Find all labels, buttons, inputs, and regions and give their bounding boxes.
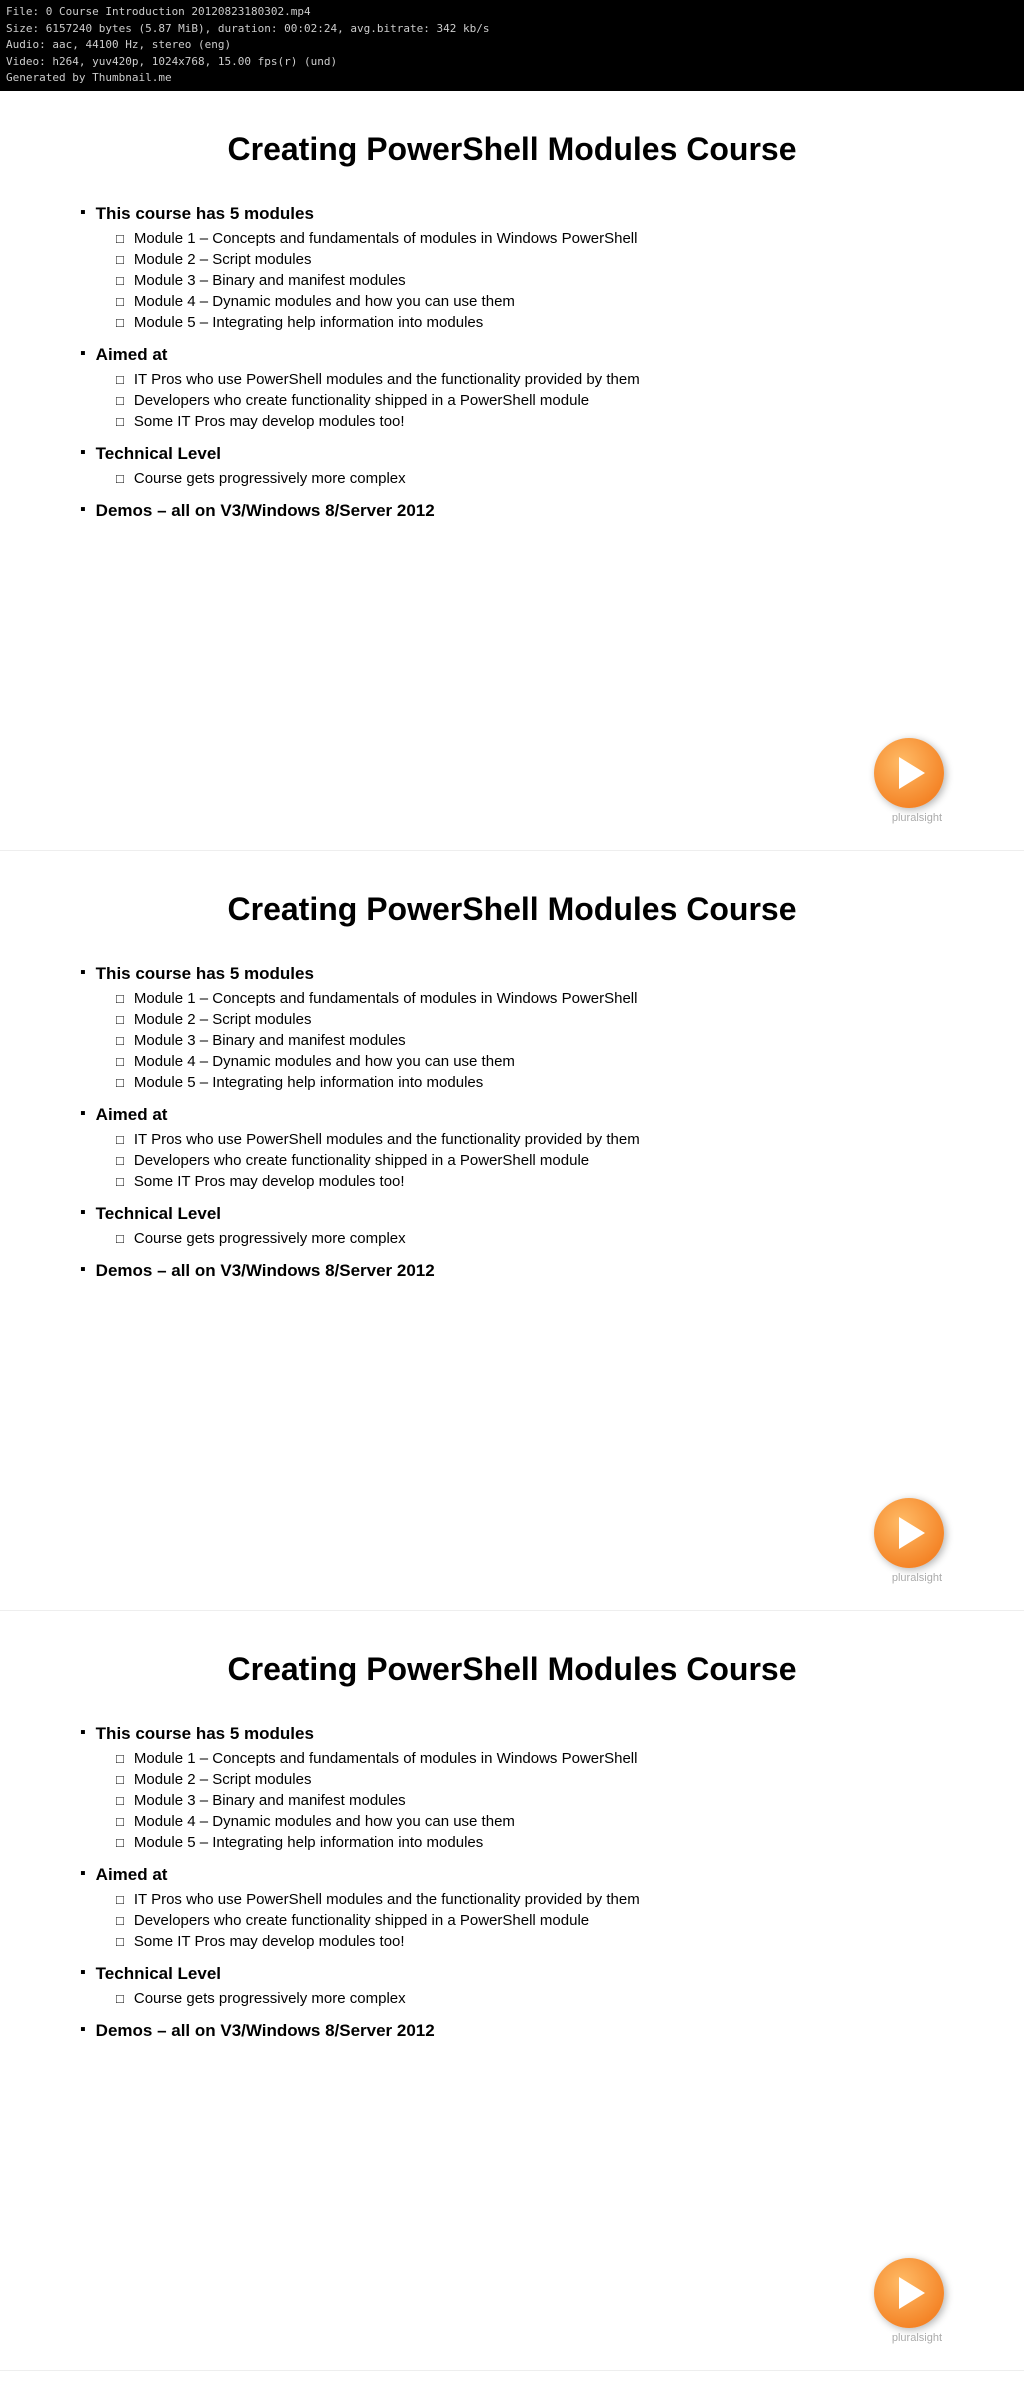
slide-1-section-4: Demos – all on V3/Windows 8/Server 2012 xyxy=(80,501,964,521)
slide-1-content: This course has 5 modules Module 1 – Conc… xyxy=(60,204,964,521)
slide-2-section-2-label: Aimed at xyxy=(80,1105,964,1125)
slide-3-title: Creating PowerShell Modules Course xyxy=(60,1651,964,1688)
slide-3-section-2-item-1: IT Pros who use PowerShell modules and t… xyxy=(116,1891,964,1908)
slide-2-section-2-item-2: Developers who create functionality ship… xyxy=(116,1152,964,1169)
slide-3-section-1-label: This course has 5 modules xyxy=(80,1724,964,1744)
slide-2-section-4-label: Demos – all on V3/Windows 8/Server 2012 xyxy=(80,1261,964,1281)
slide-2-section-1-item-1: Module 1 – Concepts and fundamentals of … xyxy=(116,990,964,1007)
slide-2-section-2: Aimed at IT Pros who use PowerShell modul… xyxy=(80,1105,964,1190)
slide-1-section-2-item-1: IT Pros who use PowerShell modules and t… xyxy=(116,371,964,388)
slide-2-section-1-label: This course has 5 modules xyxy=(80,964,964,984)
slide-2-section-3-item-1: Course gets progressively more complex xyxy=(116,1230,964,1247)
slide-3-section-1-item-4: Module 4 – Dynamic modules and how you c… xyxy=(116,1813,964,1830)
slide-3-section-1-item-3: Module 3 – Binary and manifest modules xyxy=(116,1792,964,1809)
slide-3-section-3-item-1: Course gets progressively more complex xyxy=(116,1990,964,2007)
slide-3-section-3-label: Technical Level xyxy=(80,1964,964,1984)
slide-3-section-4: Demos – all on V3/Windows 8/Server 2012 xyxy=(80,2021,964,2041)
slide-1-section-3-item-1: Course gets progressively more complex xyxy=(116,470,964,487)
slide-2-section-2-item-3: Some IT Pros may develop modules too! xyxy=(116,1173,964,1190)
slide-1-section-1-item-1: Module 1 – Concepts and fundamentals of … xyxy=(116,230,964,247)
slide-3-section-2: Aimed at IT Pros who use PowerShell modul… xyxy=(80,1865,964,1950)
slide-2-section-1-item-2: Module 2 – Script modules xyxy=(116,1011,964,1028)
slide-1-section-2-item-3: Some IT Pros may develop modules too! xyxy=(116,413,964,430)
slide-1-section-2-item-2: Developers who create functionality ship… xyxy=(116,392,964,409)
slide-1-section-1-item-5: Module 5 – Integrating help information … xyxy=(116,314,964,331)
slide-3-play-icon xyxy=(899,2277,925,2309)
slide-2-section-3-label: Technical Level xyxy=(80,1204,964,1224)
slide-2-section-1-item-4: Module 4 – Dynamic modules and how you c… xyxy=(116,1053,964,1070)
slide-2-pluralsight-logo: pluralsight xyxy=(892,1572,942,1584)
slide-3-play-button[interactable] xyxy=(874,2258,944,2328)
slide-1-play-icon xyxy=(899,757,925,789)
topbar-line3: Audio: aac, 44100 Hz, stereo (eng) xyxy=(6,37,1018,54)
slide-1-title: Creating PowerShell Modules Course xyxy=(60,131,964,168)
slide-3-section-2-label: Aimed at xyxy=(80,1865,964,1885)
slide-2-section-1: This course has 5 modules Module 1 – Conc… xyxy=(80,964,964,1091)
slide-1-section-3-label: Technical Level xyxy=(80,444,964,464)
slide-2-section-3: Technical Level Course gets progressively… xyxy=(80,1204,964,1247)
slide-2-play-icon xyxy=(899,1517,925,1549)
slide-1-section-4-label: Demos – all on V3/Windows 8/Server 2012 xyxy=(80,501,964,521)
topbar-line5: Generated by Thumbnail.me xyxy=(6,70,1018,87)
slide-2: Creating PowerShell Modules Course This c… xyxy=(0,851,1024,1611)
slide-2-section-4: Demos – all on V3/Windows 8/Server 2012 xyxy=(80,1261,964,1281)
slide-3-section-1-item-2: Module 2 – Script modules xyxy=(116,1771,964,1788)
slide-1-section-2-label: Aimed at xyxy=(80,345,964,365)
slide-3-section-2-item-2: Developers who create functionality ship… xyxy=(116,1912,964,1929)
slide-1-section-1-item-3: Module 3 – Binary and manifest modules xyxy=(116,272,964,289)
slides-container: Creating PowerShell Modules Course This c… xyxy=(0,91,1024,2371)
slide-2-content: This course has 5 modules Module 1 – Conc… xyxy=(60,964,964,1281)
slide-1-section-2: Aimed at IT Pros who use PowerShell modul… xyxy=(80,345,964,430)
slide-2-section-1-item-3: Module 3 – Binary and manifest modules xyxy=(116,1032,964,1049)
slide-3-section-1: This course has 5 modules Module 1 – Conc… xyxy=(80,1724,964,1851)
slide-3: Creating PowerShell Modules Course This c… xyxy=(0,1611,1024,2371)
slide-2-section-2-item-1: IT Pros who use PowerShell modules and t… xyxy=(116,1131,964,1148)
slide-2-title: Creating PowerShell Modules Course xyxy=(60,891,964,928)
topbar-line2: Size: 6157240 bytes (5.87 MiB), duration… xyxy=(6,21,1018,38)
slide-1-section-3: Technical Level Course gets progressively… xyxy=(80,444,964,487)
topbar-line1: File: 0 Course Introduction 201208231803… xyxy=(6,4,1018,21)
slide-1-section-1-item-4: Module 4 – Dynamic modules and how you c… xyxy=(116,293,964,310)
slide-3-section-2-item-3: Some IT Pros may develop modules too! xyxy=(116,1933,964,1950)
slide-3-content: This course has 5 modules Module 1 – Conc… xyxy=(60,1724,964,2041)
slide-1-play-button[interactable] xyxy=(874,738,944,808)
slide-3-pluralsight-logo: pluralsight xyxy=(892,2332,942,2344)
slide-1-section-1-label: This course has 5 modules xyxy=(80,204,964,224)
slide-1-pluralsight-logo: pluralsight xyxy=(892,812,942,824)
slide-3-section-1-item-1: Module 1 – Concepts and fundamentals of … xyxy=(116,1750,964,1767)
slide-2-play-button[interactable] xyxy=(874,1498,944,1568)
slide-2-section-1-item-5: Module 5 – Integrating help information … xyxy=(116,1074,964,1091)
slide-3-section-4-label: Demos – all on V3/Windows 8/Server 2012 xyxy=(80,2021,964,2041)
top-bar: File: 0 Course Introduction 201208231803… xyxy=(0,0,1024,91)
topbar-line4: Video: h264, yuv420p, 1024x768, 15.00 fp… xyxy=(6,54,1018,71)
slide-1: Creating PowerShell Modules Course This c… xyxy=(0,91,1024,851)
slide-3-section-3: Technical Level Course gets progressively… xyxy=(80,1964,964,2007)
slide-1-section-1-item-2: Module 2 – Script modules xyxy=(116,251,964,268)
slide-3-section-1-item-5: Module 5 – Integrating help information … xyxy=(116,1834,964,1851)
slide-1-section-1: This course has 5 modules Module 1 – Conc… xyxy=(80,204,964,331)
